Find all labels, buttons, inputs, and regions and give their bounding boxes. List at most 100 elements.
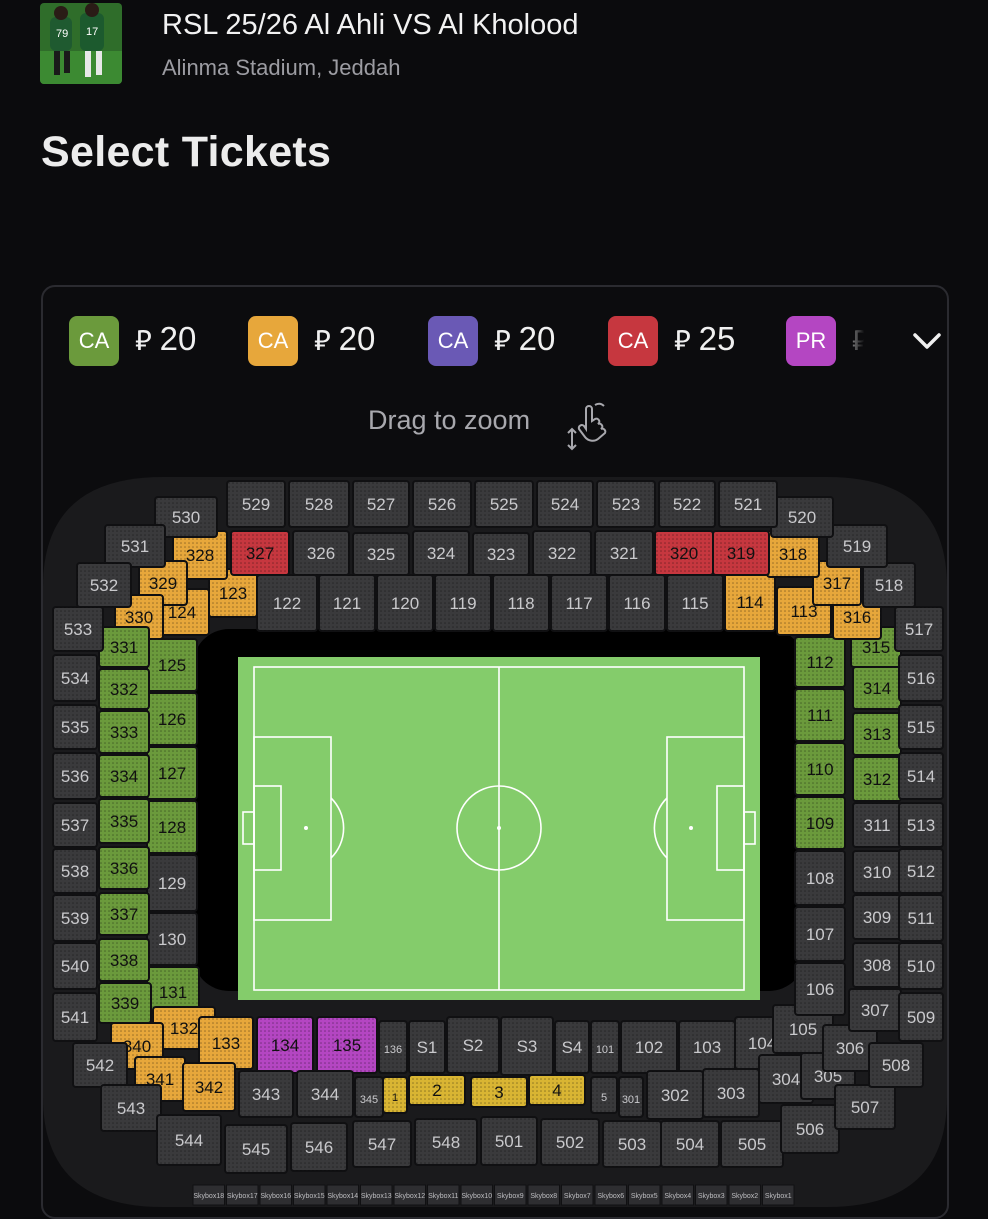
section-label: 535 [61, 718, 89, 737]
section-3[interactable]: 3 [470, 1076, 528, 1108]
section-label: 516 [907, 669, 935, 688]
section-label: 320 [670, 544, 698, 563]
section-538: 538 [52, 848, 98, 894]
section-label: 306 [836, 1039, 864, 1058]
skybox-label: Skybox3 [698, 1193, 725, 1200]
skybox-label: Skybox1 [765, 1193, 792, 1200]
section-skybox16: Skybox16 [259, 1184, 292, 1206]
section-342[interactable]: 342 [182, 1062, 236, 1112]
section-label: 326 [307, 544, 335, 563]
section-333[interactable]: 333 [98, 710, 150, 754]
section-label: 510 [907, 957, 935, 976]
skybox-label: Skybox12 [394, 1193, 425, 1200]
section-336[interactable]: 336 [98, 846, 150, 890]
section-110[interactable]: 110 [794, 742, 846, 796]
section-539: 539 [52, 894, 98, 942]
section-512: 512 [898, 848, 944, 894]
section-2[interactable]: 2 [408, 1074, 466, 1106]
section-319[interactable]: 319 [712, 530, 770, 576]
skybox-label: Skybox11 [428, 1193, 458, 1200]
section-skybox7: Skybox7 [561, 1184, 594, 1206]
section-107: 107 [794, 906, 846, 962]
section-109[interactable]: 109 [794, 796, 846, 850]
section-label: 130 [158, 930, 186, 949]
section-114[interactable]: 114 [724, 572, 776, 632]
section-label: 311 [863, 816, 890, 835]
section-label: 120 [391, 594, 419, 613]
section-527: 527 [352, 480, 410, 528]
section-label: 531 [121, 537, 149, 556]
section-303: 303 [702, 1068, 760, 1118]
section-label: 108 [806, 869, 834, 888]
section-307: 307 [848, 988, 902, 1032]
section-label: 2 [432, 1081, 441, 1100]
section-314[interactable]: 314 [852, 666, 902, 710]
section-label: 1 [392, 1092, 398, 1104]
section-502: 502 [540, 1118, 600, 1166]
section-320[interactable]: 320 [654, 530, 714, 576]
page-title: Select Tickets [41, 128, 332, 176]
section-327[interactable]: 327 [230, 530, 290, 576]
section-519: 519 [826, 524, 888, 568]
section-label: 310 [863, 863, 891, 882]
section-skybox9: Skybox9 [494, 1184, 527, 1206]
section-label: 110 [806, 760, 833, 779]
section-skybox17: Skybox17 [226, 1184, 259, 1206]
section-label: 539 [61, 909, 89, 928]
section-label: 540 [61, 957, 89, 976]
section-103: 103 [678, 1020, 736, 1074]
section-505: 505 [720, 1120, 784, 1168]
section-125[interactable]: 125 [146, 638, 198, 692]
section-133[interactable]: 133 [198, 1016, 254, 1070]
section-331[interactable]: 331 [98, 626, 150, 668]
section-511: 511 [898, 894, 944, 942]
section-label: 542 [86, 1056, 114, 1075]
section-label: 519 [843, 537, 871, 556]
section-1[interactable]: 1 [382, 1076, 408, 1114]
price-value: 20 [518, 320, 556, 357]
section-128[interactable]: 128 [146, 800, 198, 854]
currency-icon: ⃁ [135, 325, 152, 356]
currency-icon: ⃁ [674, 325, 691, 356]
section-skybox14: Skybox14 [326, 1184, 359, 1206]
section-120: 120 [376, 574, 434, 632]
section-338[interactable]: 338 [98, 938, 150, 982]
section-label: 331 [110, 638, 138, 657]
section-312[interactable]: 312 [852, 756, 902, 802]
section-4[interactable]: 4 [528, 1074, 586, 1106]
chevron-down-icon[interactable] [907, 325, 947, 357]
section-313[interactable]: 313 [852, 712, 902, 756]
section-335[interactable]: 335 [98, 798, 150, 844]
section-label: 324 [427, 544, 455, 563]
section-115: 115 [666, 574, 724, 632]
section-label: 116 [623, 594, 650, 613]
section-label: 332 [110, 680, 138, 699]
section-332[interactable]: 332 [98, 668, 150, 710]
section-111[interactable]: 111 [794, 688, 846, 742]
section-label: 505 [738, 1135, 766, 1154]
section-label: 123 [219, 584, 247, 603]
section-label: 303 [717, 1084, 745, 1103]
section-337[interactable]: 337 [98, 892, 150, 936]
section-label: 5 [601, 1092, 607, 1104]
section-344: 344 [296, 1070, 354, 1118]
section-label: 520 [788, 508, 816, 527]
stadium-map[interactable]: 1 2 3 4 5101 102 103 10410510610710810911011111… [43, 477, 947, 1207]
price-value: 20 [338, 320, 376, 357]
section-520: 520 [770, 496, 834, 538]
section-skybox5: Skybox5 [628, 1184, 661, 1206]
section-334[interactable]: 334 [98, 754, 150, 798]
section-134[interactable]: 134 [256, 1016, 314, 1074]
section-127[interactable]: 127 [146, 746, 198, 800]
section-339[interactable]: 339 [98, 982, 152, 1024]
section-540: 540 [52, 942, 98, 990]
section-135[interactable]: 135 [316, 1016, 378, 1074]
section-label: 545 [242, 1140, 270, 1159]
section-542: 542 [72, 1042, 128, 1088]
section-label: 514 [907, 767, 935, 786]
section-skybox15: Skybox15 [293, 1184, 326, 1206]
section-112[interactable]: 112 [794, 636, 846, 688]
section-126[interactable]: 126 [146, 692, 198, 746]
section-label: 129 [158, 874, 186, 893]
section-label: 128 [158, 818, 186, 837]
